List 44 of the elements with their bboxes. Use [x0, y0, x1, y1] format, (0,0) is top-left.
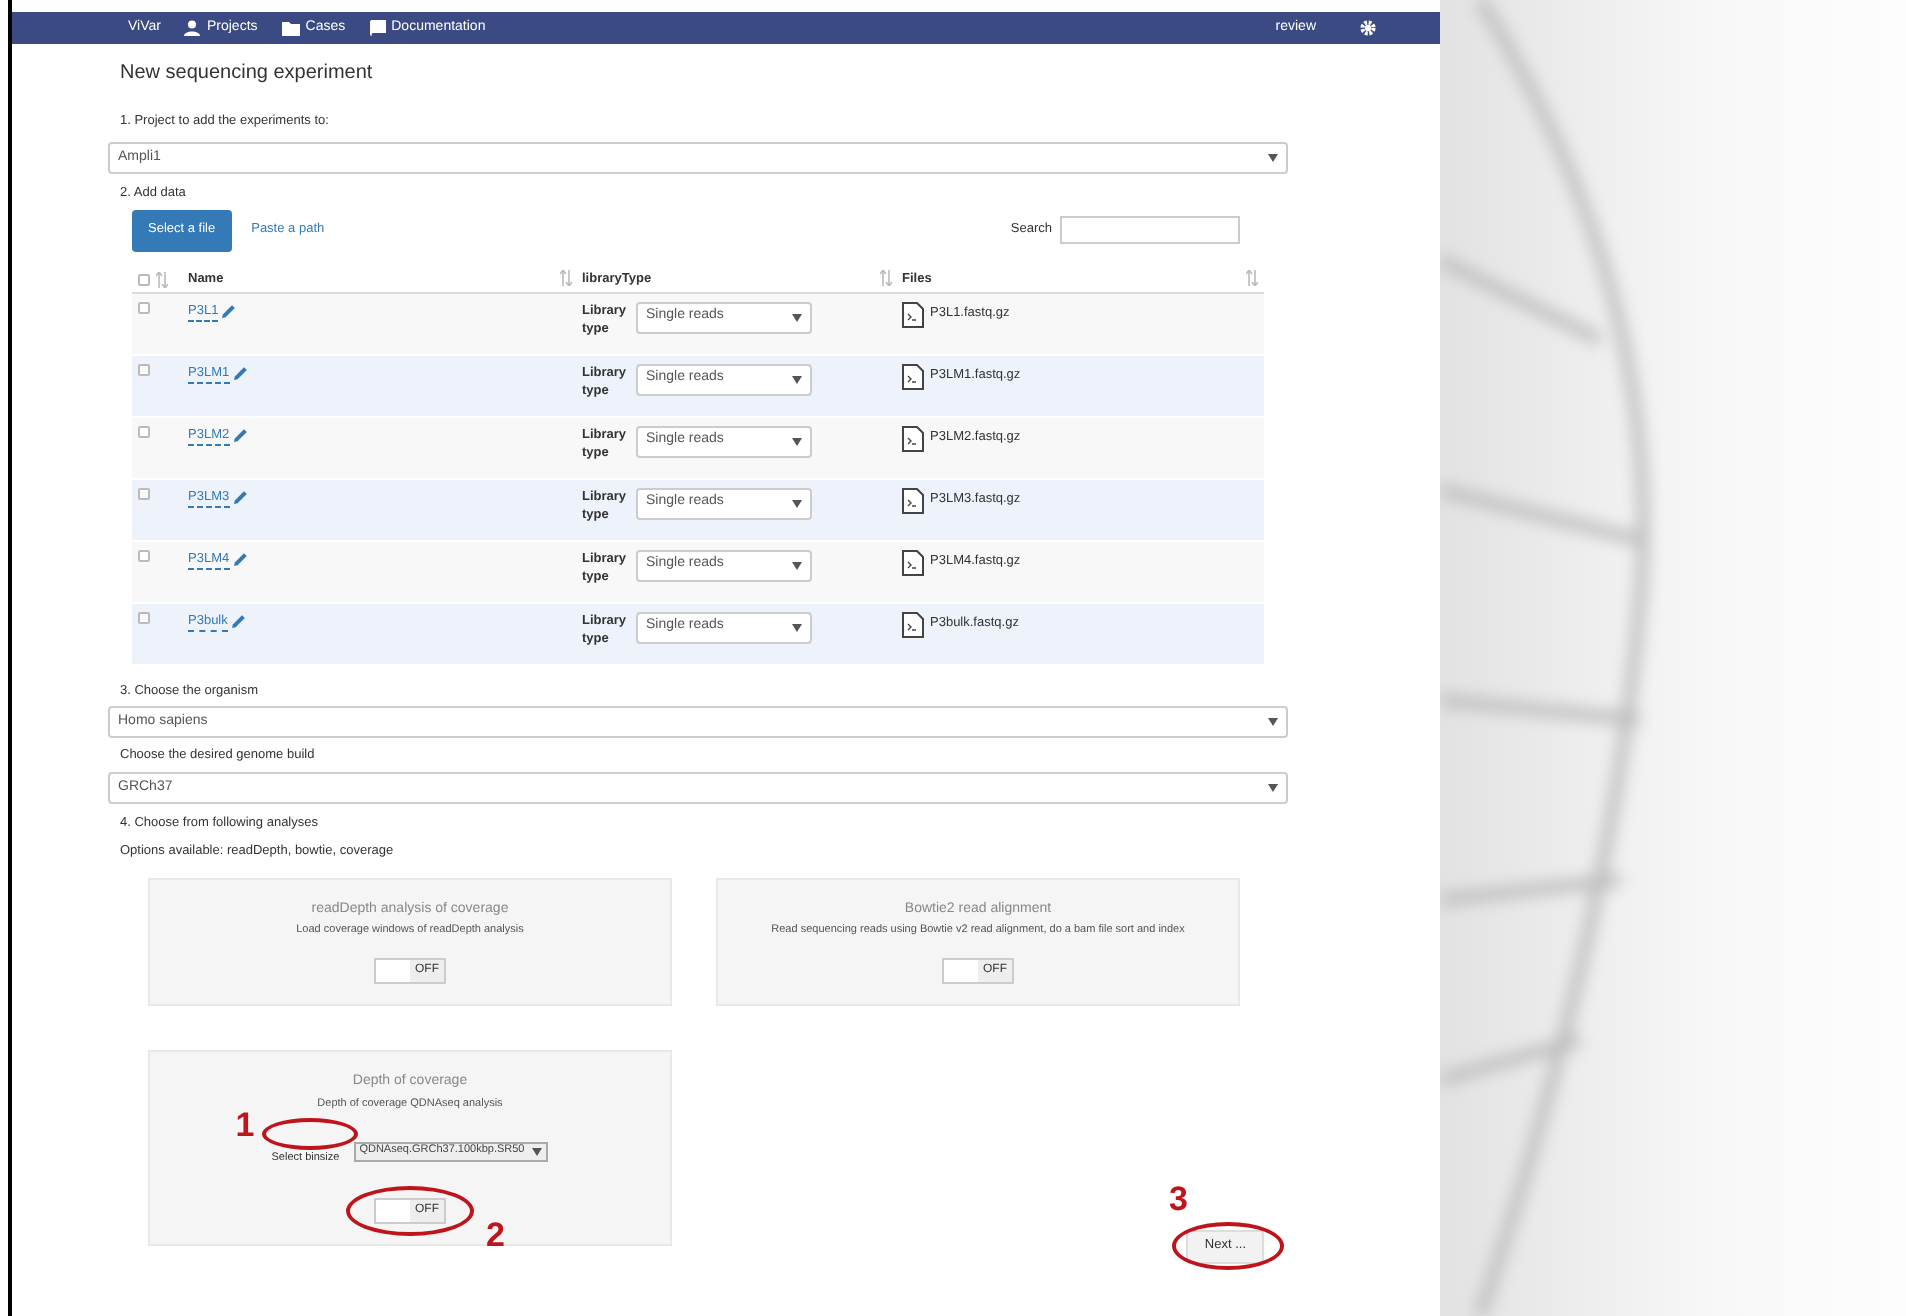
checkbox[interactable] — [138, 301, 150, 313]
person-icon — [184, 20, 201, 36]
checkbox[interactable] — [138, 363, 150, 375]
caret-icon — [1268, 784, 1278, 792]
caret-icon — [792, 561, 802, 569]
highlight-ellipse — [346, 1185, 474, 1235]
pencil-icon[interactable] — [233, 552, 248, 567]
sort-icon — [1246, 269, 1258, 286]
file-icon — [902, 549, 924, 575]
pencil-icon[interactable] — [233, 428, 248, 443]
annotation-number: 1 — [235, 1107, 255, 1141]
checkbox[interactable] — [138, 611, 150, 623]
caret-icon — [792, 499, 802, 507]
sort-icon — [156, 271, 168, 287]
checkbox[interactable] — [138, 549, 150, 561]
file-icon — [902, 425, 924, 451]
caret-icon — [1268, 718, 1278, 727]
settings-icon[interactable] — [1360, 20, 1376, 36]
file-icon — [902, 611, 924, 637]
folder-icon — [281, 21, 300, 35]
file-icon — [902, 363, 924, 389]
pencil-icon[interactable] — [233, 366, 248, 381]
caret-icon — [532, 1147, 543, 1155]
checkbox[interactable] — [138, 425, 150, 437]
annotation-number: 3 — [1169, 1181, 1188, 1215]
file-icon — [902, 301, 924, 327]
file-icon — [902, 487, 924, 513]
checkbox[interactable] — [138, 487, 150, 499]
pencil-icon[interactable] — [233, 490, 248, 505]
caret-icon — [792, 313, 802, 321]
page-title: New sequencing experiment — [120, 60, 375, 88]
book-icon — [369, 20, 386, 36]
caret-icon — [792, 375, 802, 383]
sort-icon — [880, 269, 892, 286]
pencil-icon[interactable] — [231, 614, 246, 629]
pencil-icon[interactable] — [222, 304, 237, 319]
checkbox[interactable] — [138, 273, 150, 285]
caret-icon — [792, 623, 802, 631]
annotation-number: 2 — [486, 1217, 505, 1251]
search-field[interactable] — [1060, 216, 1240, 244]
caret-icon — [1268, 153, 1278, 162]
highlight-ellipse — [1172, 1221, 1284, 1269]
sort-icon — [560, 269, 572, 286]
caret-icon — [792, 437, 802, 445]
